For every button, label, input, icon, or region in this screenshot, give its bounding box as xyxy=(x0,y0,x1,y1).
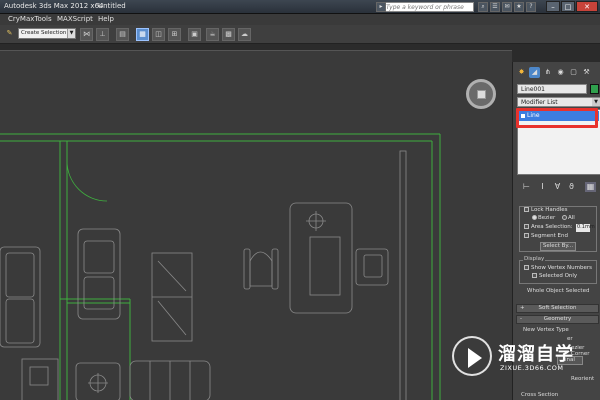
watermark-brand: 溜溜自学 xyxy=(498,344,574,365)
chevron-down-icon: ▼ xyxy=(592,98,600,106)
hierarchy-tab-icon[interactable]: ⋔ xyxy=(542,67,553,78)
highlight-annotation-box xyxy=(516,108,598,128)
modify-tab-icon[interactable]: ◢ xyxy=(529,67,540,78)
expand-icon: + xyxy=(520,305,525,311)
bezier-option[interactable]: Bezier xyxy=(532,215,555,221)
selected-only-checkbox[interactable] xyxy=(532,273,537,278)
render-production-icon[interactable]: ☁ xyxy=(238,28,251,41)
communication-center-icon[interactable]: ✉ xyxy=(502,2,512,12)
bezier-label: Bezier xyxy=(538,215,556,221)
selection-status-text: Whole Object Selected xyxy=(527,288,590,294)
pin-stack-icon[interactable]: ⊢ xyxy=(521,182,532,192)
render-setup-icon[interactable]: ☕ xyxy=(206,28,219,41)
mirror-icon[interactable]: ⋈ xyxy=(80,28,93,41)
play-logo-icon xyxy=(452,336,492,376)
app-title: Autodesk 3ds Max 2012 x64 xyxy=(4,2,104,10)
segment-end-label: Segment End xyxy=(531,233,568,239)
lock-handles-label: Lock Handles xyxy=(531,207,568,213)
viewcube-face[interactable] xyxy=(477,90,486,99)
named-selection-set-dropdown[interactable]: Create Selection Se ▼ xyxy=(18,28,76,39)
show-vertex-numbers-label: Show Vertex Numbers xyxy=(531,265,592,271)
title-bar: Autodesk 3ds Max 2012 x64 Untitled Type … xyxy=(0,0,600,14)
lock-handles-checkbox[interactable] xyxy=(524,207,529,212)
area-selection-checkbox[interactable] xyxy=(524,224,529,229)
menu-help[interactable]: Help xyxy=(98,15,114,23)
bezier-radio[interactable] xyxy=(532,215,537,220)
all-label: All xyxy=(568,215,575,221)
area-selection-spinner[interactable]: 0.1mm xyxy=(576,224,595,232)
area-selection-label: Area Selection: xyxy=(531,224,573,230)
minimize-button[interactable]: – xyxy=(546,1,560,12)
floor-plan-drawing xyxy=(0,133,441,400)
search-input[interactable]: Type a keyword or phrase xyxy=(382,2,474,12)
object-name-field[interactable]: Line001 xyxy=(517,84,587,94)
subscription-icon[interactable]: ☰ xyxy=(490,2,500,12)
show-end-result-icon[interactable]: Ⅰ xyxy=(537,182,548,192)
chevron-down-icon: ▼ xyxy=(67,29,75,38)
infocenter-search-icon[interactable]: ▸ xyxy=(376,2,386,12)
schematic-view-icon[interactable]: ⊞ xyxy=(168,28,181,41)
top-viewport[interactable] xyxy=(0,50,512,400)
display-group-title: Display xyxy=(523,256,546,262)
selected-only-label: Selected Only xyxy=(539,273,578,279)
main-toolbar: ✎ Create Selection Se ▼ ⋈ ⊥ ▤ ▦ ◫ ⊞ ▣ ☕ … xyxy=(0,25,600,44)
show-vertex-numbers-option[interactable]: Show Vertex Numbers xyxy=(524,265,592,271)
stack-toolbar: ⊢ Ⅰ ∀ ϑ ▦ xyxy=(517,180,600,194)
watermark-url: ZIXUE.3D66.COM xyxy=(500,364,564,372)
maximize-button[interactable]: □ xyxy=(561,1,575,12)
selected-only-option[interactable]: Selected Only xyxy=(532,273,577,279)
lock-handles-option[interactable]: Lock Handles xyxy=(524,207,568,213)
segment-end-checkbox[interactable] xyxy=(524,233,529,238)
modifier-list-label: Modifier List xyxy=(521,99,558,106)
curve-editor-icon[interactable]: ◫ xyxy=(152,28,165,41)
watermark: 溜溜自学 ZIXUE.3D66.COM xyxy=(440,318,600,400)
create-tab-icon[interactable]: ✸ xyxy=(516,67,527,78)
document-title: Untitled xyxy=(98,2,126,10)
search-placeholder: Type a keyword or phrase xyxy=(386,4,464,11)
favorites-star-icon[interactable]: ★ xyxy=(514,2,524,12)
all-option[interactable]: All xyxy=(562,215,575,221)
display-tab-icon[interactable]: ▢ xyxy=(568,67,579,78)
menu-crymaxtools[interactable]: CryMaxTools xyxy=(8,15,52,23)
show-vertex-numbers-checkbox[interactable] xyxy=(524,265,529,270)
menu-maxscript[interactable]: MAXScript xyxy=(57,15,93,23)
material-editor-icon[interactable]: ▣ xyxy=(188,28,201,41)
viewcube-icon[interactable] xyxy=(466,79,496,109)
rendered-frame-window-icon[interactable]: ▩ xyxy=(222,28,235,41)
remove-modifier-icon[interactable]: ϑ xyxy=(566,182,577,192)
object-color-swatch[interactable] xyxy=(590,84,599,94)
named-selection-icon[interactable]: ✎ xyxy=(3,28,16,41)
help-icon[interactable]: ? xyxy=(526,2,536,12)
area-selection-option[interactable]: Area Selection: xyxy=(524,224,573,230)
modifier-list-dropdown[interactable]: Modifier List ▼ xyxy=(517,97,600,107)
binoculars-icon[interactable]: ⌕ xyxy=(478,2,488,12)
all-radio[interactable] xyxy=(562,215,567,220)
align-icon[interactable]: ⊥ xyxy=(96,28,109,41)
command-panel-tabs: ✸ ◢ ⋔ ◉ ▢ ⚒ xyxy=(513,66,600,80)
menu-bar: CryMaxTools MAXScript Help xyxy=(0,14,600,25)
soft-selection-rollout[interactable]: + Soft Selection xyxy=(516,304,599,313)
utilities-tab-icon[interactable]: ⚒ xyxy=(581,67,592,78)
display-group: Display Show Vertex Numbers Selected Onl… xyxy=(519,256,597,284)
graphite-modeling-tools-icon[interactable]: ▦ xyxy=(136,28,149,41)
make-unique-icon[interactable]: ∀ xyxy=(552,182,563,192)
select-by-button[interactable]: Select By... xyxy=(540,242,576,251)
close-button[interactable]: ✕ xyxy=(576,1,598,12)
layer-manager-icon[interactable]: ▤ xyxy=(116,28,129,41)
soft-selection-label: Soft Selection xyxy=(538,305,577,311)
configure-modifier-sets-icon[interactable]: ▦ xyxy=(585,182,596,192)
selection-group: Lock Handles Bezier All Area Selection: … xyxy=(519,206,597,252)
motion-tab-icon[interactable]: ◉ xyxy=(555,67,566,78)
segment-end-option[interactable]: Segment End xyxy=(524,233,568,239)
